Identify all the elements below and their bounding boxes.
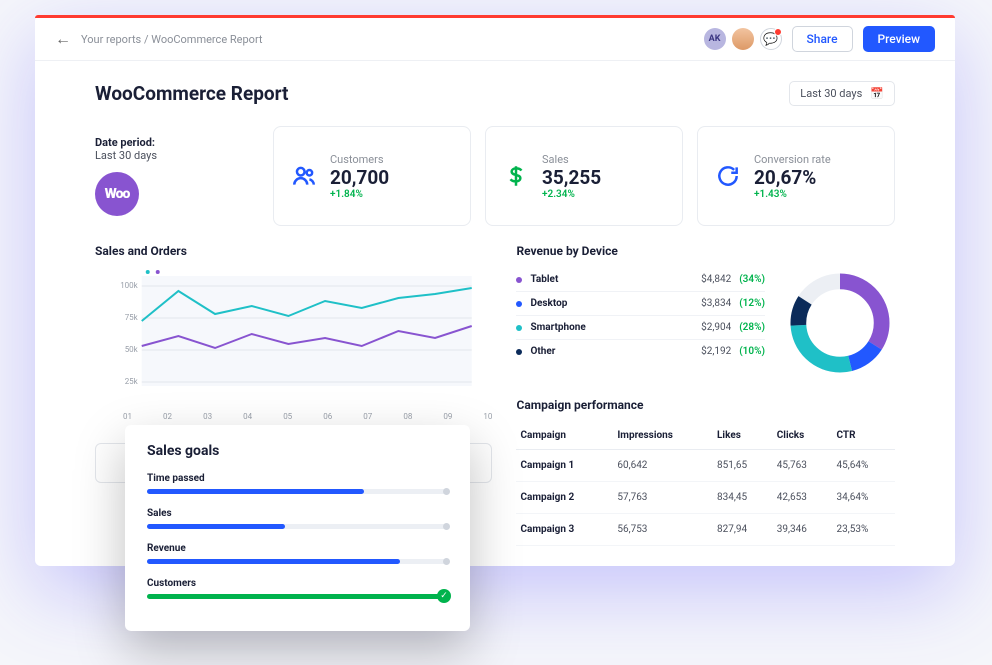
date-period-value: Last 30 days	[95, 149, 259, 162]
sales-chart-title: Sales and Orders	[95, 244, 492, 258]
progress-bar	[147, 489, 448, 494]
metric-delta: +1.43%	[754, 189, 831, 200]
table-header: Campaign	[516, 422, 613, 450]
metric-delta: +2.34%	[542, 189, 601, 200]
device-pct: (10%)	[739, 346, 765, 357]
device-value: $4,842	[701, 274, 731, 285]
metric-value: 35,255	[542, 166, 601, 189]
legend-dot-icon	[516, 325, 522, 331]
goal-item: Revenue	[147, 543, 448, 564]
table-header: Clicks	[773, 422, 833, 450]
device-name: Other	[530, 346, 693, 357]
svg-text:50k: 50k	[125, 345, 139, 354]
notification-icon[interactable]: 💬	[760, 28, 782, 50]
breadcrumb-root: Your reports	[81, 33, 141, 46]
avatar[interactable]	[732, 28, 754, 50]
goal-end-dot-icon	[443, 523, 450, 530]
campaigns-title: Campaign performance	[516, 398, 895, 412]
svg-text:25k: 25k	[125, 377, 139, 386]
avatar[interactable]: AK	[704, 28, 726, 50]
progress-bar	[147, 559, 448, 564]
breadcrumb[interactable]: Your reports / WooCommerce Report	[81, 33, 694, 46]
date-range-picker[interactable]: Last 30 days 📅	[789, 81, 895, 106]
breadcrumb-page: WooCommerce Report	[151, 33, 262, 46]
table-header: Impressions	[613, 422, 713, 450]
page-header: WooCommerce Report Last 30 days 📅	[35, 61, 955, 116]
preview-button[interactable]: Preview	[863, 26, 936, 52]
sales-goals-popup[interactable]: Sales goals Time passed Sales Revenue Custo…	[125, 425, 470, 631]
users-icon	[290, 162, 318, 190]
goals-title: Sales goals	[147, 443, 448, 459]
metric-value: 20,67%	[754, 166, 831, 189]
legend-dot-icon	[516, 301, 522, 307]
date-period-label: Date period:	[95, 136, 259, 149]
metric-value: 20,700	[330, 166, 389, 189]
campaign-table: CampaignImpressionsLikesClicksCTR Campai…	[516, 422, 895, 546]
device-value: $2,904	[701, 322, 731, 333]
device-name: Tablet	[530, 274, 693, 285]
donut-chart	[785, 268, 895, 378]
table-header: CTR	[833, 422, 895, 450]
table-row[interactable]: Campaign 160,642851,6545,76345,64%	[516, 450, 895, 482]
back-arrow-icon[interactable]: ←	[55, 29, 71, 49]
legend-dot-icon	[516, 349, 522, 355]
device-item: Desktop $3,834 (12%)	[516, 292, 765, 316]
goal-label: Sales	[147, 508, 448, 519]
metric-label: Conversion rate	[754, 153, 831, 166]
svg-text:100k: 100k	[120, 281, 138, 290]
goal-item: Sales	[147, 508, 448, 529]
metric-delta: +1.84%	[330, 189, 389, 200]
progress-bar: ✓	[147, 594, 448, 599]
refresh-icon	[714, 162, 742, 190]
device-pct: (12%)	[739, 298, 765, 309]
metric-card[interactable]: Customers20,700+1.84%	[273, 126, 471, 226]
topbar: ← Your reports / WooCommerce Report AK 💬…	[35, 18, 955, 61]
svg-text:75k: 75k	[125, 313, 139, 322]
date-range-label: Last 30 days	[800, 87, 862, 100]
device-value: $3,834	[701, 298, 731, 309]
goal-end-dot-icon	[443, 488, 450, 495]
goal-label: Customers	[147, 578, 448, 589]
page-title: WooCommerce Report	[95, 82, 789, 105]
device-value: $2,192	[701, 346, 731, 357]
table-row[interactable]: Campaign 356,753827,9439,34623,53%	[516, 514, 895, 546]
date-period-card: Date period: Last 30 days Woo	[95, 126, 259, 226]
metric-card[interactable]: Sales35,255+2.34%	[485, 126, 683, 226]
devices-title: Revenue by Device	[516, 244, 895, 258]
goal-item: Customers ✓	[147, 578, 448, 599]
metric-card[interactable]: Conversion rate20,67%+1.43%	[697, 126, 895, 226]
goal-end-dot-icon	[443, 558, 450, 565]
dollar-icon	[502, 162, 530, 190]
progress-bar	[147, 524, 448, 529]
goal-item: Time passed	[147, 473, 448, 494]
goal-label: Time passed	[147, 473, 448, 484]
device-name: Desktop	[530, 298, 693, 309]
line-chart-svg: 100k 75k 50k 25k	[95, 268, 492, 408]
device-name: Smartphone	[530, 322, 693, 333]
table-row[interactable]: Campaign 257,763834,4542,65334,64%	[516, 482, 895, 514]
calendar-icon: 📅	[870, 87, 884, 100]
device-item: Tablet $4,842 (34%)	[516, 268, 765, 292]
woo-badge-icon: Woo	[95, 172, 139, 216]
legend-dot-icon	[516, 277, 522, 283]
x-axis-ticks: 01020304050607080910	[95, 408, 492, 421]
metrics-row: Date period: Last 30 days Woo Customers2…	[35, 116, 955, 236]
revenue-by-device: Tablet $4,842 (34%) Desktop $3,834 (12%) Sma…	[516, 268, 895, 378]
sales-orders-chart: 100k 75k 50k 25k 01020304050607080910	[95, 268, 492, 429]
metric-label: Customers	[330, 153, 389, 166]
device-pct: (28%)	[739, 322, 765, 333]
device-item: Smartphone $2,904 (28%)	[516, 316, 765, 340]
check-icon: ✓	[437, 589, 451, 603]
share-button[interactable]: Share	[792, 26, 853, 52]
table-header: Likes	[713, 422, 773, 450]
device-pct: (34%)	[739, 274, 765, 285]
user-avatars: AK 💬	[704, 28, 782, 50]
metric-label: Sales	[542, 153, 601, 166]
device-item: Other $2,192 (10%)	[516, 340, 765, 363]
right-column: Revenue by Device Tablet $4,842 (34%) Desk…	[516, 244, 895, 546]
goal-label: Revenue	[147, 543, 448, 554]
